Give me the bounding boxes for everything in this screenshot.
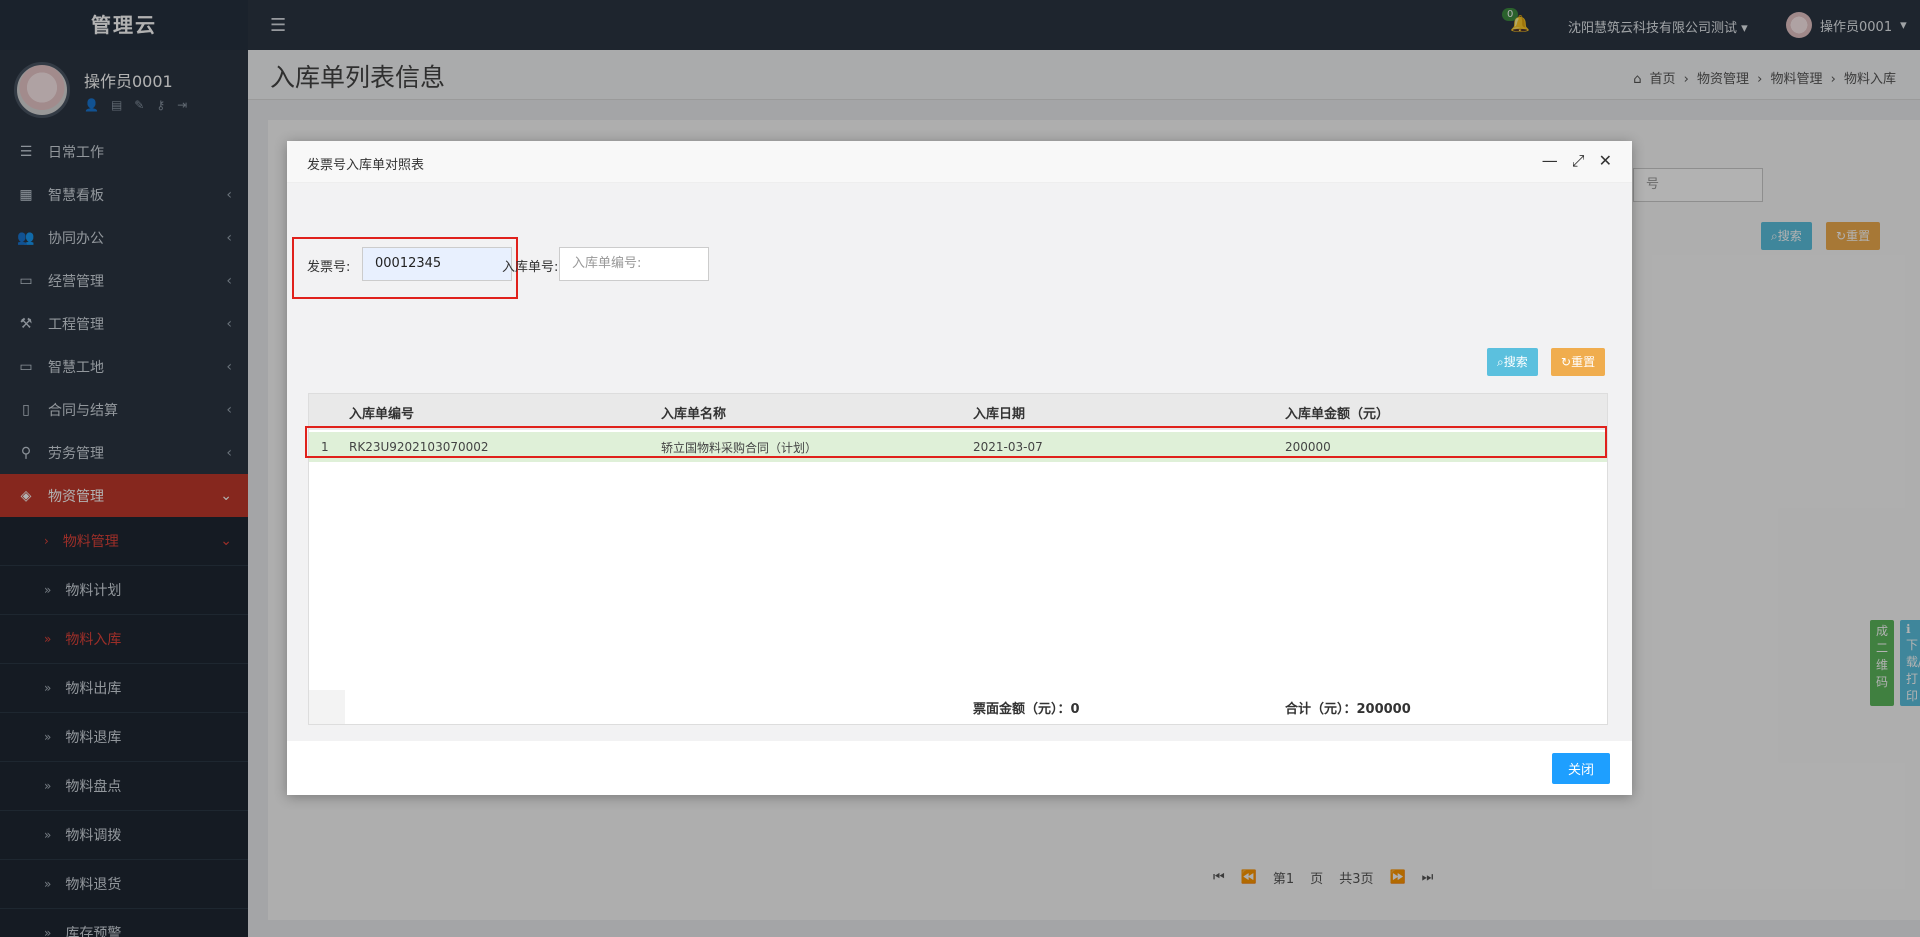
- table-footer: 票面金额（元）：0 合计（元）：200000: [309, 690, 1607, 724]
- modal-title: 发票号入库单对照表: [307, 158, 425, 173]
- modal-body: 发票号: 00012345 入库单号: 入库单编号: ⌕搜索 ↻重置 入库单编号…: [287, 183, 1632, 741]
- minimize-icon[interactable]: —: [1542, 151, 1558, 171]
- col-amount: 入库单金额（元）: [1285, 406, 1390, 422]
- face-amount: 票面金额（元）：0: [973, 701, 1080, 717]
- close-icon[interactable]: ✕: [1599, 151, 1612, 171]
- table-header: 入库单编号 入库单名称 入库日期 入库单金额（元）: [309, 394, 1607, 430]
- modal-header: 发票号入库单对照表 — ⤢ ✕: [287, 141, 1632, 183]
- receipt-input[interactable]: 入库单编号:: [559, 247, 709, 281]
- col-date: 入库日期: [973, 406, 1026, 422]
- invoice-receipt-modal: 发票号入库单对照表 — ⤢ ✕ 发票号: 00012345 入库单号: 入库单编…: [287, 141, 1632, 795]
- reset-button[interactable]: ↻重置: [1551, 348, 1606, 376]
- col-code: 入库单编号: [349, 406, 415, 422]
- receipt-label: 入库单号:: [502, 260, 559, 275]
- close-button[interactable]: 关闭: [1551, 753, 1610, 784]
- col-name: 入库单名称: [661, 406, 727, 422]
- maximize-icon[interactable]: ⤢: [1572, 151, 1585, 171]
- total-amount: 合计（元）：200000: [1285, 701, 1411, 717]
- search-button[interactable]: ⌕搜索: [1487, 348, 1538, 376]
- invoice-highlight-box: [292, 237, 518, 299]
- modal-footer: 关闭: [287, 741, 1632, 795]
- row-highlight-box: [305, 426, 1607, 458]
